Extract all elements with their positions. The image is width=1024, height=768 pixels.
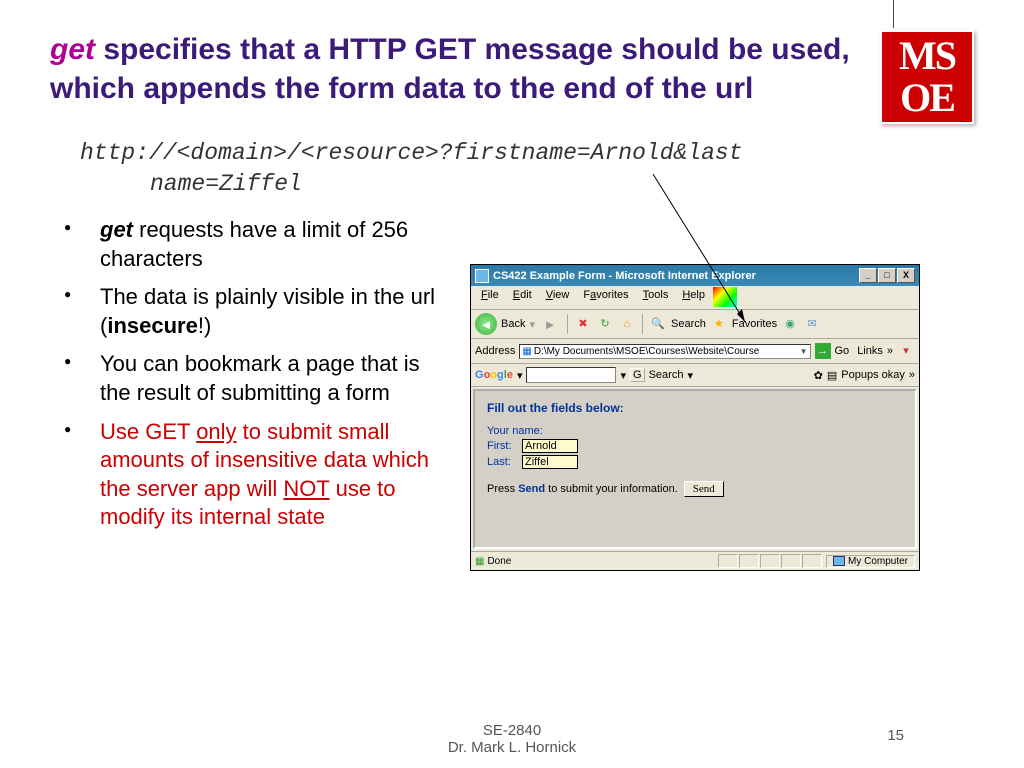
ie-window: CS422 Example Form - Microsoft Internet … [470,264,920,571]
google-options-icon[interactable]: ✿ [814,369,823,382]
address-label: Address [475,345,515,357]
first-label: First: [487,440,519,452]
computer-icon [833,556,845,566]
favorites-star-icon[interactable]: ★ [710,315,728,333]
search-label: Search [671,318,706,330]
favorites-label: Favorites [732,318,777,330]
google-chevron-icon[interactable]: » [909,369,915,381]
last-name-input[interactable]: Ziffel [522,455,578,469]
status-pane [739,554,759,568]
ie-menubar: File Edit View Favorites Tools Help [471,286,919,310]
bullet-list: get requests have a limit of 256 charact… [50,216,450,571]
form-heading: Fill out the fields below: [487,401,903,415]
popups-label: Popups okay [841,369,905,381]
menu-view[interactable]: View [540,288,576,307]
last-label: Last: [487,456,519,468]
menu-file[interactable]: File [475,288,505,307]
back-button[interactable]: ◄ [475,313,497,335]
search-icon[interactable]: 🔍 [649,315,667,333]
windows-flag-icon [713,287,737,307]
your-name-label: Your name: [487,425,903,437]
send-button[interactable]: Send [684,481,724,497]
first-name-input[interactable]: Arnold [522,439,578,453]
status-done: Done [487,556,511,567]
title-get-word: get [50,33,95,66]
slide-footer: SE-2840 Dr. Mark L. Hornick [0,722,1024,756]
logo-line1: MS [882,35,972,77]
status-pane [802,554,822,568]
address-input[interactable]: ▦ D:\My Documents\MSOE\Courses\Website\C… [519,344,810,359]
ie-titlebar: CS422 Example Form - Microsoft Internet … [471,265,919,286]
status-pane [760,554,780,568]
popup-blocker-icon[interactable]: ▤ [827,369,837,382]
title-rest: specifies that a HTTP GET message should… [50,33,850,105]
status-pane [718,554,738,568]
menu-edit[interactable]: Edit [507,288,538,307]
back-dropdown-icon[interactable]: ▾ [529,318,535,331]
toolbar-separator [567,314,568,334]
ie-app-icon [475,269,489,283]
press-text-b: to submit your information. [545,483,678,495]
google-search-input[interactable] [526,367,616,383]
done-icon: ▦ [475,556,484,567]
zone-indicator: My Computer [826,555,915,568]
ie-page-content: Fill out the fields below: Your name: Fi… [473,389,917,549]
bullet-4: Use GET only to submit small amounts of … [58,418,450,532]
press-send-word: Send [518,483,545,495]
go-button-icon[interactable]: → [815,343,831,359]
google-dropdown-icon[interactable]: ▾ [517,369,523,382]
address-value: D:\My Documents\MSOE\Courses\Website\Cou… [534,346,759,357]
google-logo[interactable]: Google [475,369,513,381]
slide-title: get specifies that a HTTP GET message sh… [50,30,860,108]
maximize-button[interactable]: □ [878,268,896,283]
google-input-dropdown-icon[interactable]: ▾ [620,369,626,382]
ie-address-bar: Address ▦ D:\My Documents\MSOE\Courses\W… [471,339,919,364]
footer-author: Dr. Mark L. Hornick [0,739,1024,756]
search-dropdown-icon[interactable]: ▾ [687,369,693,382]
top-tick-mark [893,0,894,28]
logo-line2: OE [882,77,972,119]
menu-help[interactable]: Help [676,288,711,307]
forward-button[interactable]: ► [539,313,561,335]
bullet-2: The data is plainly visible in the url (… [58,283,450,340]
footer-course: SE-2840 [0,722,1024,739]
media-icon[interactable]: ◉ [781,315,799,333]
google-search-label: Search [649,369,684,381]
stop-icon[interactable]: ✖ [574,315,592,333]
home-icon[interactable]: ⌂ [618,315,636,333]
page-number: 15 [887,727,904,744]
page-icon: ▦ [522,346,531,357]
toolbar-separator [642,314,643,334]
zone-label: My Computer [848,556,908,567]
status-pane [781,554,801,568]
back-label: Back [501,318,525,330]
google-toolbar: Google▾ ▾ G Search▾ ✿ ▤ Popups okay » [471,364,919,387]
mail-icon[interactable]: ✉ [803,315,821,333]
menu-tools[interactable]: Tools [637,288,675,307]
menu-favorites[interactable]: Favorites [577,288,634,307]
minimize-button[interactable]: _ [859,268,877,283]
refresh-icon[interactable]: ↻ [596,315,614,333]
url-line2: name=Ziffel [80,169,974,200]
go-label: Go [835,345,850,357]
links-chevron-icon[interactable]: » [887,345,893,357]
url-line1: http://<domain>/<resource>?firstname=Arn… [80,140,743,166]
links-label[interactable]: Links [857,345,883,357]
pdf-icon[interactable]: ▾ [897,342,915,360]
bullet-3: You can bookmark a page that is the resu… [58,350,450,407]
press-text-a: Press [487,483,518,495]
close-button[interactable]: X [897,268,915,283]
url-example: http://<domain>/<resource>?firstname=Arn… [80,138,974,200]
bullet-1: get requests have a limit of 256 charact… [58,216,450,273]
ie-title-text: CS422 Example Form - Microsoft Internet … [493,270,859,282]
msoe-logo: MS OE [880,30,974,124]
google-search-button[interactable]: G [630,368,645,382]
ie-status-bar: ▦ Done My Computer [471,551,919,570]
ie-toolbar: ◄ Back ▾ ► ✖ ↻ ⌂ 🔍 Search ★ Favorites ◉ … [471,310,919,339]
